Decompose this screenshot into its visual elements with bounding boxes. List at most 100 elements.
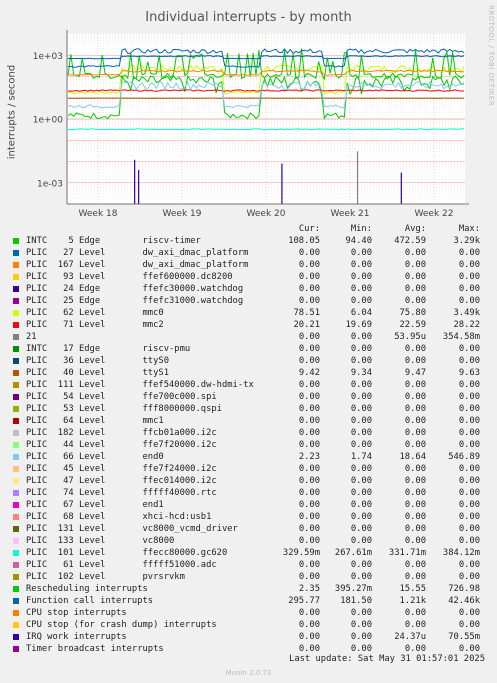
legend-avg-value: 0.00 [404, 428, 426, 438]
legend-row: PLIC 62 Level mmc0 78.51 6.04 75.80 3.49k [12, 307, 480, 319]
legend-row: PLIC 36 Level ttyS0 0.00 0.00 0.00 0.00 [12, 355, 480, 367]
legend-avg-value: 0.00 [404, 416, 426, 426]
x-tick-label: Week 22 [415, 209, 454, 219]
legend-max-value: 0.00 [458, 476, 480, 486]
legend-series-name: PLIC 27 Level dw_axi_dmac_platform [26, 248, 249, 258]
legend-swatch [13, 526, 19, 532]
legend-swatch [13, 238, 19, 244]
legend-avg-value: 53.95u [394, 332, 426, 342]
legend-avg-value: 0.00 [404, 572, 426, 582]
legend-series-name: CPU stop (for crash dump) interrupts [26, 620, 217, 630]
legend-swatch [13, 562, 19, 568]
legend-series-name: PLIC 64 Level mmc1 [26, 416, 164, 426]
legend-min-value: 0.00 [350, 248, 372, 258]
legend-cur-value: 0.00 [298, 512, 320, 522]
legend-cur-value: 0.00 [298, 428, 320, 438]
legend-row: PLIC 167 Level dw_axi_dmac_platform 0.00 0… [12, 259, 480, 271]
legend-avg-value: 472.59 [394, 236, 426, 246]
legend-swatch [13, 334, 19, 340]
legend-cur-value: 0.00 [298, 620, 320, 630]
legend-cur-value: 20.21 [293, 320, 320, 330]
legend-series-name: PLIC 66 Level end0 [26, 452, 164, 462]
legend-cur-value: 78.51 [293, 308, 320, 318]
legend-cur-value: 0.00 [298, 572, 320, 582]
legend-row: PLIC 54 Level ffe700c000.spi 0.00 0.00 0.00… [12, 391, 480, 403]
legend-row: Timer broadcast interrupts 0.00 0.00 0.00 0.… [12, 643, 480, 655]
legend-swatch [13, 310, 19, 316]
legend-series-name: IRQ work interrupts [26, 632, 127, 642]
legend-swatch [13, 298, 19, 304]
legend-max-value: 354.58m [442, 332, 480, 342]
legend-min-value: 94.40 [345, 236, 372, 246]
legend-series-name: PLIC 45 Level ffe7f24000.i2c [26, 464, 217, 474]
x-tick-label: Week 19 [163, 209, 202, 219]
legend-cur-value: 295.77 [288, 596, 320, 606]
legend-min-value: 0.00 [350, 500, 372, 510]
legend-row: PLIC 61 Level fffff51000.adc 0.00 0.00 0.00… [12, 559, 480, 571]
legend-min-value: 0.00 [350, 560, 372, 570]
legend-row: INTC 5 Edge riscv-timer 108.05 94.40 472.59… [12, 235, 480, 247]
legend-cur-value: 0.00 [298, 356, 320, 366]
legend-max-value: 0.00 [458, 524, 480, 534]
legend-row: PLIC 131 Level vc8000_vcmd_driver 0.00 0.0… [12, 523, 480, 535]
legend-cur-value: 0.00 [298, 608, 320, 618]
legend-swatch [13, 322, 19, 328]
legend-series-name: PLIC 71 Level mmc2 [26, 320, 164, 330]
legend-series-name: PLIC 53 Level fff8000000.qspi [26, 404, 222, 414]
legend-max-value: 3.49k [453, 308, 480, 318]
legend-avg-value: 0.00 [404, 296, 426, 306]
legend-swatch [13, 346, 19, 352]
legend-avg-value: 0.00 [404, 344, 426, 354]
legend-max-value: 0.00 [458, 356, 480, 366]
legend-min-value: 0.00 [350, 344, 372, 354]
legend-min-value: 0.00 [350, 332, 372, 342]
legend-avg-value: 0.00 [404, 356, 426, 366]
legend-swatch [13, 262, 19, 268]
legend-row: PLIC 40 Level ttyS1 9.42 9.34 9.47 9.63 [12, 367, 480, 379]
legend-avg-value: 0.00 [404, 476, 426, 486]
legend-swatch [13, 274, 19, 280]
legend-min-value: 181.50 [340, 596, 372, 606]
legend-series-name: PLIC 44 Level ffe7f20000.i2c [26, 440, 217, 450]
legend-cur-value: 9.42 [298, 368, 320, 378]
legend-max-value: 0.00 [458, 416, 480, 426]
legend-swatch [13, 622, 19, 628]
legend-cur-value: 0.00 [298, 380, 320, 390]
legend-min-value: 0.00 [350, 464, 372, 474]
legend-max-value: 0.00 [458, 284, 480, 294]
legend-series-name: PLIC 36 Level ttyS0 [26, 356, 169, 366]
legend-cur-value: 0.00 [298, 440, 320, 450]
legend-max-value: 0.00 [458, 440, 480, 450]
legend-cur-value: 0.00 [298, 416, 320, 426]
legend-avg-value: 0.00 [404, 524, 426, 534]
legend-swatch [13, 610, 19, 616]
legend-cur-value: 108.05 [288, 236, 320, 246]
legend-avg-value: 0.00 [404, 560, 426, 570]
legend-avg-value: 0.00 [404, 392, 426, 402]
legend-series-name: PLIC 131 Level vc8000_vcmd_driver [26, 524, 238, 534]
legend-max-value: 0.00 [458, 512, 480, 522]
legend-row: PLIC 133 Level vc8000 0.00 0.00 0.00 0.00 [12, 535, 480, 547]
legend-min-value: 0.00 [350, 476, 372, 486]
legend-series-name: PLIC 93 Level ffef600000.dc8200 [26, 272, 233, 282]
legend-series-name: PLIC 61 Level fffff51000.adc [26, 560, 217, 570]
legend-series-name: Function call interrupts [26, 596, 154, 606]
legend-max-value: 0.00 [458, 536, 480, 546]
legend-series-name: PLIC 24 Edge ffefc30000.watchdog [26, 284, 244, 294]
legend-min-value: 9.34 [350, 368, 372, 378]
legend-rows: INTC 5 Edge riscv-timer 108.05 94.40 472.59… [12, 235, 480, 655]
legend-max-value: 9.63 [458, 368, 480, 378]
legend-series-name: INTC 5 Edge riscv-timer [26, 236, 201, 246]
legend-min-value: 0.00 [350, 632, 372, 642]
legend-max-value: 546.89 [448, 452, 480, 462]
col-max: Max: [458, 224, 480, 234]
legend-cur-value: 0.00 [298, 500, 320, 510]
legend-max-value: 3.29k [453, 236, 480, 246]
legend-cur-value: 0.00 [298, 488, 320, 498]
legend-avg-value: 22.59 [399, 320, 426, 330]
last-update: Last update: Sat May 31 01:57:01 2025 [289, 654, 485, 664]
legend-avg-value: 0.00 [404, 284, 426, 294]
legend-avg-value: 15.55 [399, 584, 426, 594]
legend-row: PLIC 71 Level mmc2 20.21 19.69 22.59 28.22 [12, 319, 480, 331]
legend-row: PLIC 182 Level ffcb01a000.i2c 0.00 0.00 0.0… [12, 427, 480, 439]
